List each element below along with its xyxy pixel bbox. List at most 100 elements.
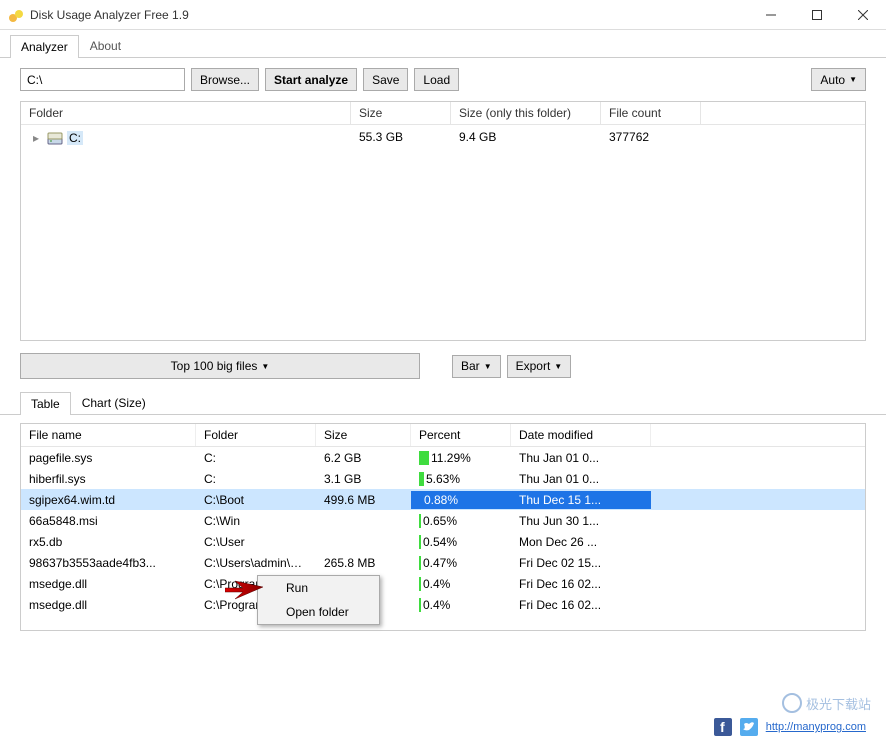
th-date[interactable]: Date modified [511,424,651,446]
table-row[interactable]: sgipex64.wim.tdC:\Boot499.6 MB0.88%Thu D… [21,489,865,510]
top100-label: Top 100 big files [171,359,258,373]
cell-percent: 0.88% [411,491,511,509]
tree-header: Folder Size Size (only this folder) File… [21,102,865,125]
cell-percent: 0.4% [411,596,511,614]
cell-size [316,519,411,523]
tree-col-folder[interactable]: Folder [21,102,351,124]
th-percent[interactable]: Percent [411,424,511,446]
cell-date: Thu Jan 01 0... [511,449,651,467]
maximize-button[interactable] [794,0,840,30]
top100-dropdown[interactable]: Top 100 big files▼ [20,353,420,379]
facebook-icon[interactable]: f [714,718,732,736]
path-input[interactable] [20,68,185,91]
drive-icon [47,130,63,146]
cell-percent: 0.4% [411,575,511,593]
tab-analyzer[interactable]: Analyzer [10,35,79,58]
th-size[interactable]: Size [316,424,411,446]
save-button[interactable]: Save [363,68,408,91]
cell-percent: 5.63% [411,470,511,488]
th-name[interactable]: File name [21,424,196,446]
table-body[interactable]: pagefile.sysC:6.2 GB11.29%Thu Jan 01 0..… [21,447,865,627]
bar-dropdown[interactable]: Bar ▼ [452,355,501,378]
cell-date: Thu Dec 15 1... [511,491,651,509]
app-icon [8,7,24,23]
watermark-logo-icon [782,693,802,713]
table-row[interactable]: rx5.dbC:\User0.54%Mon Dec 26 ... [21,531,865,552]
tree-row[interactable]: ▸ C: 55.3 GB 9.4 GB 377762 [21,125,865,151]
cell-folder: C:\Win [196,512,316,530]
cell-percent: 11.29% [411,449,511,467]
load-button[interactable]: Load [414,68,459,91]
table-row[interactable]: msedge.dllC:\Program Files (x86...225.9 … [21,594,865,615]
table-row[interactable]: pagefile.sysC:6.2 GB11.29%Thu Jan 01 0..… [21,447,865,468]
footer-link[interactable]: http://manyprog.com [766,721,866,733]
table-row[interactable]: msedge.dllC:\Program Files (x86...225.9 … [21,573,865,594]
browse-button[interactable]: Browse... [191,68,259,91]
ctx-open-folder[interactable]: Open folder [258,600,379,624]
watermark: 极光下载站 [782,693,871,713]
window-title: Disk Usage Analyzer Free 1.9 [30,8,748,22]
cell-name: 66a5848.msi [21,512,196,530]
cell-size: 499.6 MB [316,491,411,509]
start-analyze-button[interactable]: Start analyze [265,68,357,91]
cell-size [316,540,411,544]
main-tabs: Analyzer About [0,30,886,58]
table-header: File name Folder Size Percent Date modif… [21,424,865,447]
cell-percent: 0.65% [411,512,511,530]
cell-name: msedge.dll [21,596,196,614]
chevron-down-icon: ▼ [261,362,269,371]
cell-date: Mon Dec 26 ... [511,533,651,551]
tree-count: 377762 [601,128,701,148]
tree-col-sizethis[interactable]: Size (only this folder) [451,102,601,124]
cell-date: Thu Jan 01 0... [511,470,651,488]
tab-about[interactable]: About [79,34,132,57]
expand-arrow-icon[interactable]: ▸ [33,131,43,145]
tab-chart[interactable]: Chart (Size) [71,391,157,414]
cell-size: 6.2 GB [316,449,411,467]
cell-name: sgipex64.wim.td [21,491,196,509]
mid-bar: Top 100 big files▼ Bar▼ Export▼ [0,341,886,391]
export-dropdown[interactable]: Export▼ [507,355,572,378]
window-controls [748,0,886,30]
tree-col-count[interactable]: File count [601,102,701,124]
sub-tabs: Table Chart (Size) [0,391,886,415]
auto-dropdown[interactable]: Auto ▼ [811,68,866,91]
cell-folder: C:\Users\admin\Dow... [196,554,316,572]
cell-folder: C: [196,470,316,488]
tab-table[interactable]: Table [20,392,71,415]
cell-folder: C: [196,449,316,467]
file-table-panel: File name Folder Size Percent Date modif… [20,423,866,631]
cell-folder: C:\Boot [196,491,316,509]
auto-label: Auto [820,73,845,87]
close-button[interactable] [840,0,886,30]
tree-col-size[interactable]: Size [351,102,451,124]
cell-date: Fri Dec 16 02... [511,575,651,593]
tree-sizethis: 9.4 GB [451,128,601,148]
watermark-text: 极光下载站 [806,694,871,713]
cell-name: hiberfil.sys [21,470,196,488]
svg-text:f: f [720,719,725,735]
table-row[interactable]: 66a5848.msiC:\Win 0.65%Thu Jun 30 1... [21,510,865,531]
ctx-run[interactable]: Run [258,576,379,600]
table-row[interactable]: 98637b3553aade4fb3...C:\Users\admin\Dow.… [21,552,865,573]
cell-date: Fri Dec 02 15... [511,554,651,572]
cell-size: 265.8 MB [316,554,411,572]
cell-date: Fri Dec 16 02... [511,596,651,614]
cell-name: rx5.db [21,533,196,551]
minimize-button[interactable] [748,0,794,30]
tree-folder-name: C: [67,131,83,145]
cell-name: pagefile.sys [21,449,196,467]
table-row[interactable]: hiberfil.sysC:3.1 GB5.63%Thu Jan 01 0... [21,468,865,489]
tree-size: 55.3 GB [351,128,451,148]
bar-label: Bar [461,359,480,373]
chevron-down-icon: ▼ [484,362,492,371]
titlebar: Disk Usage Analyzer Free 1.9 [0,0,886,30]
cell-date: Thu Jun 30 1... [511,512,651,530]
toolbar: Browse... Start analyze Save Load Auto ▼ [0,58,886,101]
chevron-down-icon: ▼ [849,75,857,84]
cell-percent: 0.54% [411,533,511,551]
twitter-icon[interactable] [740,718,758,736]
cell-percent: 0.47% [411,554,511,572]
th-folder[interactable]: Folder [196,424,316,446]
cell-name: 98637b3553aade4fb3... [21,554,196,572]
